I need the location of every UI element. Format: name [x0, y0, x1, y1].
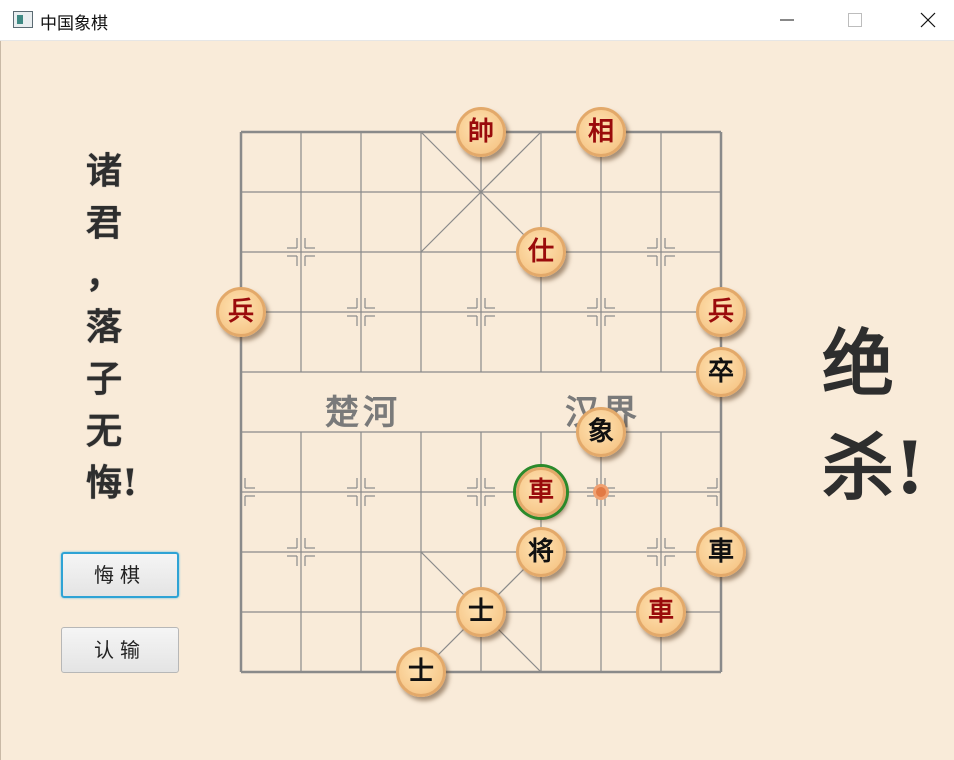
piece-red[interactable]: 仕 — [516, 227, 566, 277]
piece-black[interactable]: 士 — [396, 647, 446, 697]
piece-black[interactable]: 士 — [456, 587, 506, 637]
river-label-chu: 楚河 — [325, 393, 401, 433]
piece-black[interactable]: 車 — [696, 527, 746, 577]
verdict-text: 绝 杀! — [822, 312, 942, 520]
verdict-line: 绝 — [822, 321, 895, 406]
piece-black[interactable]: 卒 — [696, 347, 746, 397]
piece-red[interactable]: 帥 — [456, 107, 506, 157]
piece-red[interactable]: 兵 — [696, 287, 746, 337]
piece-red[interactable]: 車 — [636, 587, 686, 637]
piece-red[interactable]: 兵 — [216, 287, 266, 337]
verdict-line: 杀! — [822, 425, 926, 510]
piece-black[interactable]: 象 — [576, 407, 626, 457]
piece-red[interactable]: 車 — [516, 467, 566, 517]
piece-black[interactable]: 将 — [516, 527, 566, 577]
piece-red[interactable]: 相 — [576, 107, 626, 157]
last-move-marker — [593, 484, 609, 500]
